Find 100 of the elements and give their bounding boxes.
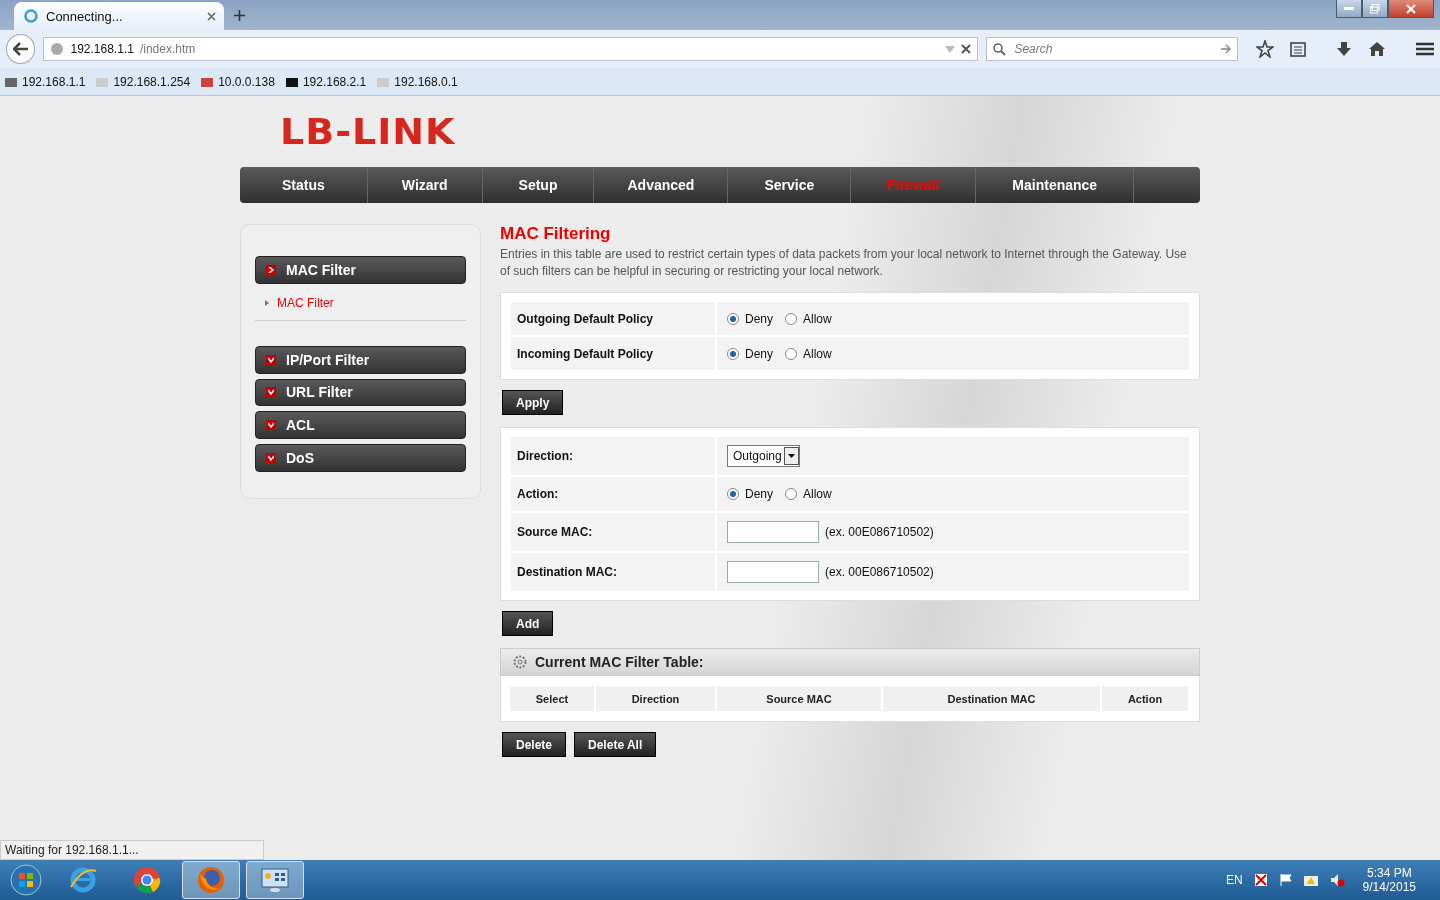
back-button[interactable] xyxy=(6,34,36,64)
radio-label: Deny xyxy=(745,346,773,361)
menu-tab[interactable]: Service xyxy=(728,167,852,203)
taskbar-app[interactable] xyxy=(182,861,240,899)
minimize-button[interactable] xyxy=(1336,0,1362,18)
policy-label: Outgoing Default Policy xyxy=(511,302,715,335)
arrow-right-icon[interactable] xyxy=(1221,44,1231,54)
close-icon xyxy=(1406,3,1416,14)
delete-button[interactable]: Delete xyxy=(502,732,567,757)
form-label: Destination MAC: xyxy=(511,553,715,591)
page-description: Entries in this table are used to restrict certain types of data packets from your local network to Internet through the Gateway. Use of such filters can be helpful in securing or restricting your local network. xyxy=(500,246,1188,280)
column-header: Source MAC xyxy=(717,686,881,711)
radio-button[interactable] xyxy=(727,347,739,360)
close-icon[interactable] xyxy=(207,11,216,21)
close-icon[interactable] xyxy=(961,44,972,54)
caret-icon xyxy=(787,454,795,458)
chevron-icon xyxy=(265,299,269,306)
column-header: Direction xyxy=(596,686,715,711)
column-header: Action xyxy=(1102,686,1188,711)
radio-label: Deny xyxy=(745,487,773,501)
mac-field[interactable] xyxy=(727,561,819,583)
form-label: Action: xyxy=(511,477,715,511)
sidebar-group[interactable]: ACL xyxy=(255,411,466,440)
menu-icon[interactable] xyxy=(1416,42,1434,56)
menu-tab[interactable]: Status xyxy=(240,167,368,203)
direction-dropdown[interactable]: Outgoing xyxy=(727,445,800,467)
column-header: Select xyxy=(510,686,594,711)
globe-icon xyxy=(50,42,65,56)
policy-label: Incoming Default Policy xyxy=(511,337,715,370)
url-path: /index.htm xyxy=(139,42,197,56)
sidebar-group[interactable]: MAC Filter xyxy=(255,256,466,284)
fox-globe-icon xyxy=(196,865,226,895)
home-icon[interactable] xyxy=(1368,41,1386,57)
language-indicator[interactable]: EN xyxy=(1225,873,1243,887)
radio-label: Allow xyxy=(803,311,832,326)
restore-button[interactable] xyxy=(1362,0,1388,18)
field-hint: (ex. 00E086710502) xyxy=(825,525,934,539)
star-icon[interactable] xyxy=(1256,40,1274,58)
radio-button[interactable] xyxy=(785,488,797,500)
chevron-down-icon xyxy=(268,422,274,429)
e-icon xyxy=(68,865,98,895)
table-title: Current MAC Filter Table: xyxy=(535,654,704,670)
download-icon[interactable] xyxy=(1336,41,1352,57)
address-field[interactable]: 192.168.1.1 /index.htm xyxy=(43,37,979,61)
new-tab-icon[interactable] xyxy=(234,10,245,21)
minimize-icon xyxy=(1344,6,1354,11)
shield-icon[interactable] xyxy=(1252,872,1269,888)
menu-tab[interactable]: Advanced xyxy=(594,167,729,203)
menu-tab[interactable]: Setup xyxy=(482,167,595,203)
chrome-icon xyxy=(133,866,161,894)
search-icon xyxy=(993,42,1007,56)
speaker-icon[interactable] xyxy=(1328,872,1345,888)
field-hint: (ex. 00E086710502) xyxy=(825,565,934,579)
apply-button[interactable]: Apply xyxy=(502,390,564,415)
form-label: Source MAC: xyxy=(511,513,715,551)
chevron-down-icon xyxy=(268,455,274,462)
radio-button[interactable] xyxy=(727,312,739,325)
column-header: Destination MAC xyxy=(883,686,1100,711)
status-text: Waiting for 192.168.1.1... xyxy=(0,840,264,860)
clock-date: 9/14/2015 xyxy=(1362,880,1416,894)
mac-field[interactable] xyxy=(727,521,819,543)
gear-icon xyxy=(513,655,527,669)
loading-icon xyxy=(24,9,38,23)
bookmark-link[interactable]: 10.0.0.138 xyxy=(200,74,275,89)
bookmark-link[interactable]: 192.168.1.254 xyxy=(95,74,191,89)
sidebar-group[interactable]: DoS xyxy=(255,444,466,472)
radio-button[interactable] xyxy=(727,488,739,500)
chevron-right-icon xyxy=(268,266,274,273)
close-button[interactable] xyxy=(1388,0,1434,18)
chevron-down-icon xyxy=(268,389,274,396)
radio-button[interactable] xyxy=(785,312,797,325)
sidebar-link[interactable]: MAC Filter xyxy=(265,295,466,310)
bookmark-link[interactable]: 192.168.0.1 xyxy=(376,74,458,89)
bookmark-link[interactable]: 192.168.2.1 xyxy=(284,74,367,89)
back-arrow-icon xyxy=(12,42,29,56)
clock-time: 5:34 PM xyxy=(1366,866,1412,880)
search-field[interactable]: Search xyxy=(986,37,1238,61)
restore-icon xyxy=(1370,3,1380,14)
menu-tab[interactable]: Maintenance xyxy=(976,167,1135,203)
add-button[interactable]: Add xyxy=(502,611,554,636)
tab-title: Connecting... xyxy=(46,8,124,24)
control-panel-icon xyxy=(260,867,290,893)
radio-label: Allow xyxy=(803,346,832,361)
page-title: MAC Filtering xyxy=(500,224,612,244)
taskbar-app[interactable] xyxy=(246,861,304,899)
radio-label: Deny xyxy=(745,311,773,326)
radio-button[interactable] xyxy=(785,347,797,360)
radio-label: Allow xyxy=(803,487,832,501)
delete-all-button[interactable]: Delete All xyxy=(574,732,657,757)
list-icon[interactable] xyxy=(1290,41,1306,57)
brand-logo: LB-LINK xyxy=(280,110,456,153)
browser-tab[interactable]: Connecting... xyxy=(14,2,224,30)
bookmark-link[interactable]: 192.168.1.1 xyxy=(4,74,86,89)
form-label: Direction: xyxy=(511,437,715,475)
search-input[interactable]: Search xyxy=(1012,41,1215,57)
sidebar-group[interactable]: IP/Port Filter xyxy=(255,345,466,374)
flag-icon[interactable] xyxy=(1278,873,1293,887)
chevron-down-icon xyxy=(268,356,274,363)
menu-tab[interactable]: Wizard xyxy=(367,167,483,203)
sidebar-group[interactable]: URL Filter xyxy=(255,378,466,407)
